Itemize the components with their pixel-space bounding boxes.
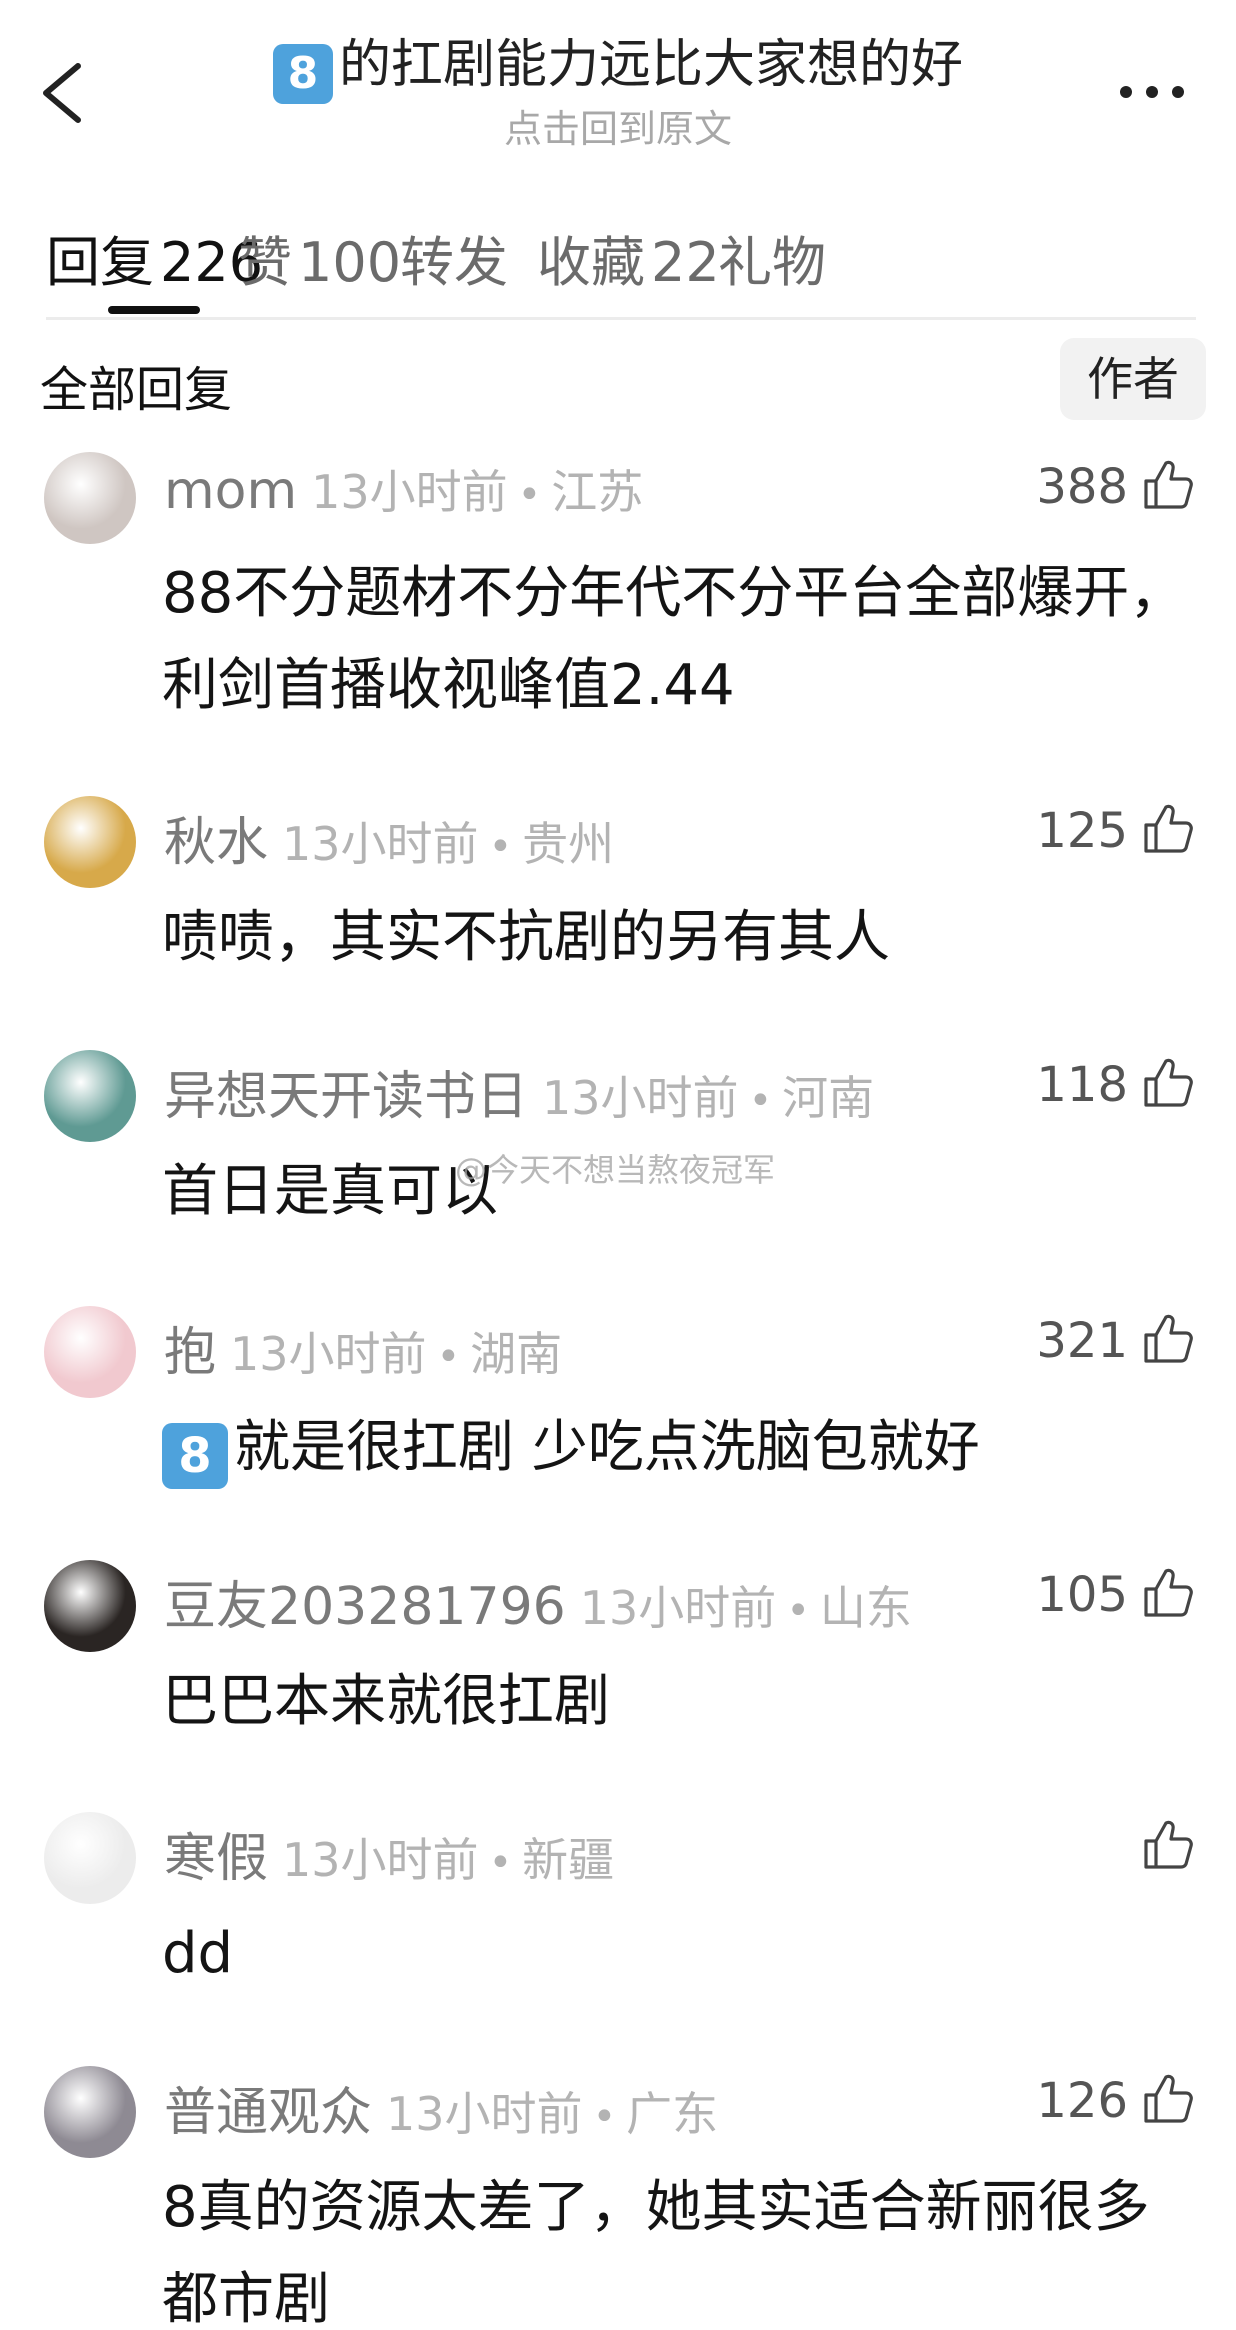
tab-bar: 回复 226 赞 100 转发 收藏 22 礼物 <box>46 200 1196 320</box>
comment-meta: 普通观众 13小时前 • 广东 <box>164 2070 718 2145</box>
separator-dot: • <box>517 472 542 518</box>
username[interactable]: 抱 <box>164 1323 216 1383</box>
separator-dot: • <box>488 1840 513 1886</box>
top-bar: 8 的扛剧能力远比大家想的好 点击回到原文 <box>0 0 1236 170</box>
timestamp: 13小时前 <box>282 817 479 871</box>
keycap-emoji: 8 <box>162 1423 228 1489</box>
comment-body: 首日是真可以 <box>162 1159 498 1224</box>
location: 河南 <box>782 1071 875 1125</box>
comment-meta: 异想天开读书日 13小时前 • 河南 <box>164 1054 874 1129</box>
comment-meta: mom 13小时前 • 江苏 <box>164 456 643 522</box>
watermark: @今天不想当熬夜冠军 <box>455 1151 776 1189</box>
username[interactable]: 寒假 <box>164 1829 268 1889</box>
comment-body: 巴巴本来就很扛剧 <box>162 1669 610 1734</box>
keycap-emoji: 8 <box>272 44 333 104</box>
like-button[interactable]: 125 <box>1036 796 1196 866</box>
avatar[interactable] <box>44 1560 136 1652</box>
location: 新疆 <box>522 1833 615 1887</box>
thumbs-up-icon <box>1140 1055 1196 1115</box>
avatar[interactable] <box>44 1306 136 1398</box>
like-count: 125 <box>1036 803 1128 859</box>
timestamp: 13小时前 <box>230 1327 427 1381</box>
more-icon[interactable] <box>1112 62 1192 122</box>
separator-dot: • <box>748 1078 773 1124</box>
username[interactable]: mom <box>164 461 297 521</box>
avatar[interactable] <box>44 452 136 544</box>
like-button[interactable]: 105 <box>1036 1560 1196 1630</box>
like-button[interactable]: 321 <box>1036 1306 1196 1376</box>
thumbs-up-icon <box>1140 1817 1196 1877</box>
thumbs-up-icon <box>1140 1311 1196 1371</box>
comment-text: 88不分题材不分年代不分平台全部爆开，利剑首播收视峰值2.44 <box>162 548 1202 732</box>
comment-text: 啧啧，其实不抗剧的另有其人 <box>162 892 1202 984</box>
title-block[interactable]: 8 的扛剧能力远比大家想的好 点击回到原文 <box>160 30 1076 154</box>
comment-text: 巴巴本来就很扛剧 <box>162 1656 1202 1748</box>
comment-body: 啧啧，其实不抗剧的另有其人 <box>162 905 890 970</box>
like-count: 321 <box>1036 1313 1128 1369</box>
username[interactable]: 豆友203281796 <box>164 1577 566 1637</box>
author-filter-button[interactable]: 作者 <box>1060 338 1206 420</box>
separator-dot: • <box>786 1588 810 1634</box>
separator-dot: • <box>592 2094 617 2140</box>
timestamp: 13小时前 <box>282 1833 479 1887</box>
like-button[interactable] <box>1128 1812 1196 1882</box>
location: 广东 <box>626 2087 719 2141</box>
separator-dot: • <box>436 1334 461 1380</box>
comment-meta: 抱 13小时前 • 湖南 <box>164 1310 562 1385</box>
like-button[interactable]: 126 <box>1036 2066 1196 2136</box>
location: 山东 <box>819 1581 912 1635</box>
username[interactable]: 秋水 <box>164 813 268 873</box>
active-tab-indicator <box>108 306 200 314</box>
avatar[interactable] <box>44 1050 136 1142</box>
comment-meta: 秋水 13小时前 • 贵州 <box>164 800 614 875</box>
timestamp: 13小时前 <box>386 2087 583 2141</box>
comment-body: 88不分题材不分年代不分平台全部爆开，利剑首播收视峰值2.44 <box>162 561 1186 718</box>
comment-text: dd <box>162 1908 1202 2000</box>
tab-gifts[interactable]: 礼物 <box>718 218 826 297</box>
tab-favorites[interactable]: 收藏 22 <box>537 218 720 297</box>
comment-body: 8真的资源太差了，她其实适合新丽很多都市剧 <box>162 2175 1150 2330</box>
like-count: 388 <box>1036 459 1128 515</box>
comment-text: 8 就是很扛剧 少吃点洗脑包就好 <box>162 1402 1202 1494</box>
username[interactable]: 普通观众 <box>164 2083 372 2143</box>
thumbs-up-icon <box>1140 1565 1196 1625</box>
like-count: 118 <box>1036 1057 1128 1113</box>
post-title: 8 的扛剧能力远比大家想的好 <box>160 30 1076 104</box>
like-count: 126 <box>1036 2073 1128 2129</box>
comment-text: 8真的资源太差了，她其实适合新丽很多都市剧 <box>162 2162 1202 2330</box>
comment-meta: 豆友203281796 13小时前 • 山东 <box>164 1564 912 1639</box>
avatar[interactable] <box>44 796 136 888</box>
section-title: 全部回复 <box>40 362 233 418</box>
location: 湖南 <box>470 1327 563 1381</box>
avatar[interactable] <box>44 2066 136 2158</box>
like-button[interactable]: 388 <box>1036 452 1196 522</box>
thumbs-up-icon <box>1140 457 1196 517</box>
tab-replies[interactable]: 回复 226 <box>46 218 263 297</box>
separator-dot: • <box>488 824 513 870</box>
thumbs-up-icon <box>1140 2071 1196 2131</box>
back-icon[interactable] <box>36 58 96 128</box>
timestamp: 13小时前 <box>311 465 508 519</box>
timestamp: 13小时前 <box>542 1071 739 1125</box>
like-count: 105 <box>1036 1567 1128 1623</box>
location: 江苏 <box>551 465 644 519</box>
comment-body: dd <box>162 1921 234 1986</box>
thumbs-up-icon <box>1140 801 1196 861</box>
location: 贵州 <box>522 817 615 871</box>
username[interactable]: 异想天开读书日 <box>164 1067 528 1127</box>
timestamp: 13小时前 <box>579 1581 777 1635</box>
tab-likes[interactable]: 赞 100 <box>238 218 401 297</box>
post-title-text: 的扛剧能力远比大家想的好 <box>338 35 963 95</box>
like-button[interactable]: 118 <box>1036 1050 1196 1120</box>
comment-body: 就是很扛剧 少吃点洗脑包就好 <box>234 1415 980 1480</box>
avatar[interactable] <box>44 1812 136 1904</box>
tab-reposts[interactable]: 转发 <box>400 218 508 297</box>
comment-meta: 寒假 13小时前 • 新疆 <box>164 1816 614 1891</box>
back-to-post-link[interactable]: 点击回到原文 <box>160 104 1076 154</box>
